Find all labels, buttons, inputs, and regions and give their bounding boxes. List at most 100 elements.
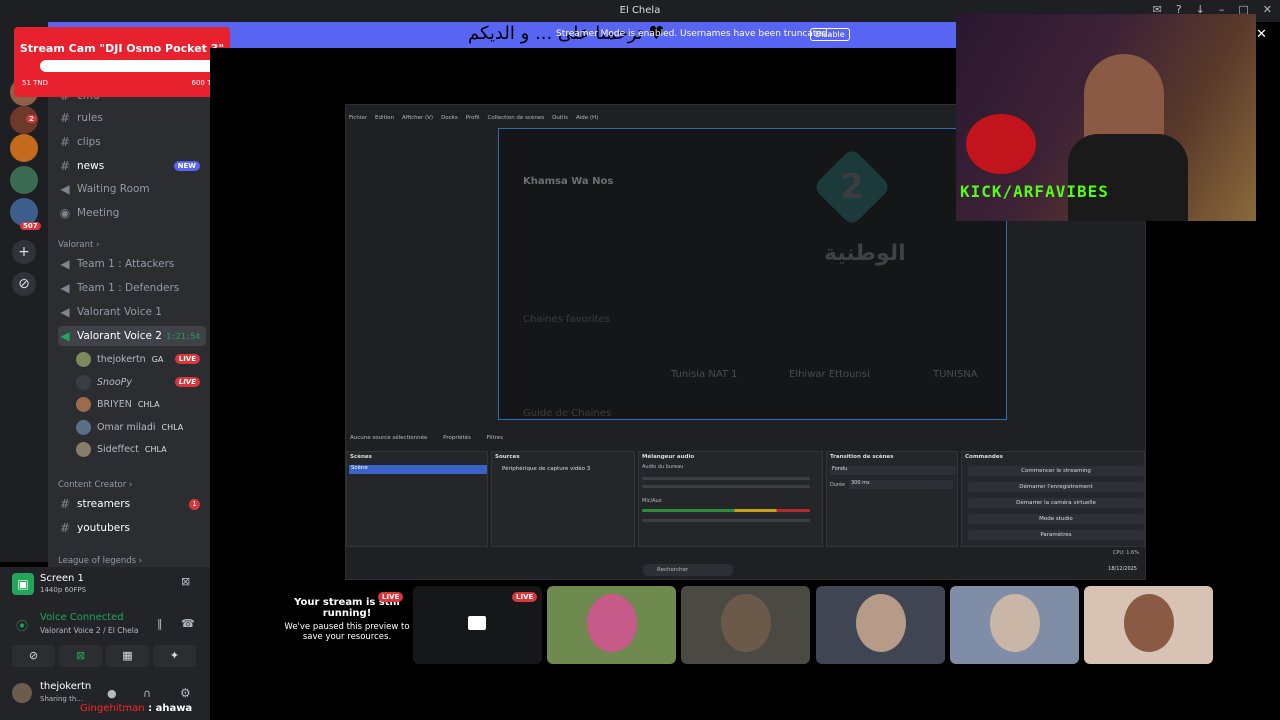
duration-input[interactable]: 300 ms — [849, 480, 953, 489]
gear-icon[interactable]: ⚙ — [180, 686, 191, 700]
transition-select[interactable]: Fondu — [830, 466, 956, 475]
menu-item[interactable]: Outils — [552, 115, 568, 121]
participant-tile[interactable] — [950, 586, 1079, 664]
taskbar-date: 18/12/2025 — [1108, 566, 1137, 572]
participant-tile[interactable] — [681, 586, 810, 664]
soundboard-button[interactable]: ✦ — [153, 645, 196, 667]
stage-icon: ◉ — [59, 206, 71, 220]
channel-name: TUNISNA — [933, 369, 978, 380]
audio-meter — [642, 509, 810, 512]
screen-share-button[interactable]: ⊠ — [59, 645, 102, 667]
participant-tile[interactable] — [816, 586, 945, 664]
goal-progress-bar — [40, 60, 234, 72]
audio-mixer-dock: Mélangeur audio Audio du bureau Mic/Aux — [638, 451, 823, 547]
obs-preview[interactable]: Khamsa Wa Nos 2 الوطنية Chaines favorite… — [498, 128, 1007, 420]
settings-button[interactable]: Paramètres — [968, 530, 1144, 540]
avatar — [721, 594, 771, 652]
favorites-label: Chaines favorites — [523, 314, 610, 325]
live-badge: LIVE — [174, 354, 200, 364]
channel-rules[interactable]: # rules — [58, 108, 206, 128]
menu-item[interactable]: Docks — [441, 115, 458, 121]
category-league[interactable]: League of legends › — [58, 556, 142, 566]
streamer-shirt — [1068, 134, 1188, 221]
discover-button[interactable]: ⊘ — [12, 272, 36, 296]
source-item[interactable]: Périphérique de capture vidéo 3 — [502, 466, 590, 472]
channel-list: #cmd #rules #clips #newsNEW ◀Waiting Roo… — [48, 22, 210, 567]
volume-slider[interactable] — [642, 485, 810, 488]
user-status: Sharing th... — [40, 695, 83, 703]
category-content-creator[interactable]: Content Creator › — [58, 480, 132, 490]
scene-item[interactable]: Scène — [349, 465, 487, 474]
channel-streamers[interactable]: # streamers 1 — [58, 494, 206, 514]
channel-clips[interactable]: # clips — [58, 132, 206, 152]
channel-meeting[interactable]: ◉ Meeting — [58, 203, 206, 223]
disconnect-icon[interactable]: ☎ — [181, 617, 195, 630]
channel-valorant-voice-2[interactable]: ◀ Valorant Voice 2 1:21:54 — [58, 326, 206, 346]
menu-item[interactable]: Aide (H) — [576, 115, 598, 121]
avatar — [76, 351, 91, 367]
avatar[interactable] — [12, 683, 32, 703]
transitions-dock: Transition de scènes Fondu Durée 300 ms — [826, 451, 958, 547]
menu-item[interactable]: Afficher (V) — [402, 115, 433, 121]
voice-user[interactable]: SnooPy LIVE — [76, 372, 206, 392]
add-server-button[interactable]: + — [12, 240, 36, 264]
hash-icon: # — [59, 111, 71, 125]
microphone-icon[interactable]: ● — [107, 687, 117, 700]
webcam-overlay: KICK/ARFAVIBES — [956, 14, 1256, 221]
voice-user[interactable]: thejokertn GA LIVE — [76, 349, 206, 369]
voice-user[interactable]: BRIYEN CHLA — [76, 394, 206, 414]
kick-handle: KICK/ARFAVIBES — [960, 182, 1109, 201]
properties-button[interactable]: Propriétés — [443, 435, 471, 441]
activities-button[interactable]: ▦ — [106, 645, 149, 667]
filters-button[interactable]: Filtres — [487, 435, 503, 441]
server-icon[interactable] — [10, 166, 38, 194]
channel-youtubers[interactable]: # youtubers — [58, 518, 206, 538]
channel-attackers[interactable]: ◀ Team 1 : Attackers — [58, 254, 206, 274]
studio-mode-button[interactable]: Mode studio — [968, 514, 1144, 524]
channel-valorant-voice-1[interactable]: ◀ Valorant Voice 1 — [58, 302, 206, 322]
voice-connected-status[interactable]: Voice Connected — [40, 612, 124, 623]
hash-icon: # — [59, 159, 71, 173]
close-button[interactable]: ✕ — [1263, 3, 1272, 16]
camera-button[interactable]: ⊘ — [12, 645, 55, 667]
voice-user[interactable]: Sideffect CHLA — [76, 439, 206, 459]
avatar — [76, 396, 91, 412]
start-streaming-button[interactable]: Commencer le streaming — [968, 466, 1144, 476]
avatar — [990, 594, 1040, 652]
voice-user[interactable]: Omar miladi CHLA — [76, 417, 206, 437]
close-icon[interactable]: ✕ — [1256, 27, 1267, 42]
guide-label: Guide de Chaines — [523, 408, 612, 419]
taskbar-search[interactable]: Rechercher — [643, 564, 733, 576]
menu-item[interactable]: Fichier — [349, 115, 367, 121]
server-icon[interactable] — [10, 134, 38, 162]
server-rail: 2 507 + ⊘ — [0, 22, 48, 562]
channel-waiting-room[interactable]: ◀ Waiting Room — [58, 179, 206, 199]
username: thejokertn — [40, 681, 92, 692]
volume-slider[interactable] — [642, 519, 810, 522]
mention-badge: 507 — [20, 222, 41, 230]
menu-item[interactable]: Edition — [375, 115, 394, 121]
channel-defenders[interactable]: ◀ Team 1 : Defenders — [58, 278, 206, 298]
headphones-icon[interactable]: ∩ — [143, 687, 151, 700]
goal-title: Stream Cam "DJI Osmo Pocket 3" — [19, 42, 225, 55]
channel-logo: 2 — [812, 147, 892, 227]
virtual-camera-button[interactable]: Démarrer la caméra virtuelle — [968, 498, 1144, 508]
menu-item[interactable]: Collection de scènes — [487, 115, 544, 121]
menu-item[interactable]: Profil — [466, 115, 480, 121]
windows-taskbar: Rechercher 18/12/2025 — [346, 561, 1145, 579]
speaker-icon: ◀ — [60, 182, 70, 196]
participant-tile[interactable] — [547, 586, 676, 664]
disable-button[interactable]: Disable — [810, 28, 850, 41]
unread-badge: 1 — [189, 498, 200, 510]
avatar — [587, 594, 637, 652]
start-recording-button[interactable]: Démarrer l'enregistrement — [968, 482, 1144, 492]
channel-news[interactable]: # news NEW — [58, 156, 206, 176]
streamer-mode-message: Streamer Mode is enabled. Usernames have… — [556, 29, 831, 39]
participant-tile[interactable] — [1084, 586, 1213, 664]
avatar — [76, 441, 91, 457]
category-valorant[interactable]: Valorant › — [58, 240, 99, 250]
call-timer: 1:21:54 — [166, 331, 200, 341]
stop-share-button[interactable]: ⊠ — [181, 575, 190, 588]
speaker-icon: ◀ — [60, 257, 70, 271]
noise-suppression-icon[interactable]: ‖ — [157, 617, 163, 630]
